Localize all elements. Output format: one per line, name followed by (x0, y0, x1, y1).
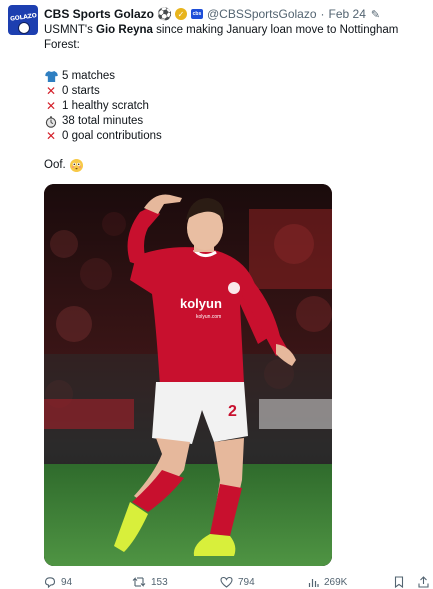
affiliate-badge-icon[interactable]: cbs (190, 9, 203, 19)
player-photo-illustration: kolyun kolyun.com 2 (44, 184, 332, 566)
stats-list: 5 matches ✕ 0 starts ✕ 1 healthy scratch… (44, 69, 162, 144)
sponsor-text: kolyun (180, 296, 222, 311)
soccer-ball-emoji: ⚽ (157, 7, 172, 21)
edited-pencil-icon[interactable]: ✎ (371, 8, 380, 21)
cross-mark-icon: ✕ (45, 99, 57, 113)
stat-text: 0 starts (62, 85, 100, 97)
tweet-actions: 94 153 794 269K (44, 575, 429, 589)
like-count: 794 (238, 576, 255, 588)
shorts-number: 2 (228, 403, 237, 420)
player-name: Gio Reyna (96, 24, 153, 36)
like-button[interactable]: 794 (220, 575, 255, 589)
soccer-ball-icon (18, 22, 30, 34)
tweet-header: CBS Sports Golazo ⚽ ✓ cbs @CBSSportsGola… (44, 5, 380, 23)
separator-dot: · (320, 7, 325, 21)
views-count: 269K (324, 576, 348, 588)
sponsor-sub-text: kolyun.com (196, 314, 221, 320)
author-handle[interactable]: @CBSSportsGolazo (207, 7, 317, 21)
stat-text: 38 total minutes (62, 115, 144, 127)
retweet-icon (132, 577, 146, 587)
stat-minutes: 38 total minutes (44, 114, 162, 129)
share-icon (418, 576, 429, 588)
tweet-text: USMNT's Gio Reyna since making January l… (44, 23, 414, 53)
jersey-icon (44, 70, 58, 83)
flushed-face-icon (69, 159, 83, 172)
bookmark-button[interactable] (394, 575, 409, 589)
avatar[interactable]: GOLAZO (8, 5, 38, 35)
stat-text: 5 matches (62, 70, 116, 82)
heart-icon (220, 576, 233, 588)
views-icon (308, 578, 319, 587)
text-prefix: USMNT's (44, 24, 97, 36)
stat-scratch: ✕ 1 healthy scratch (44, 99, 162, 114)
stat-text: 0 goal contributions (62, 130, 162, 142)
stat-text: 1 healthy scratch (62, 100, 149, 112)
cross-mark-icon: ✕ (45, 84, 57, 98)
stat-matches: 5 matches (44, 69, 162, 84)
tweet-photo[interactable]: kolyun kolyun.com 2 (44, 184, 332, 566)
bookmark-icon (394, 576, 404, 588)
stat-starts: ✕ 0 starts (44, 84, 162, 99)
cross-mark-icon: ✕ (45, 129, 57, 143)
share-button[interactable] (418, 575, 433, 589)
tweet-date[interactable]: Feb 24 (329, 7, 366, 21)
reply-count: 94 (61, 576, 73, 588)
closing-text: Oof. (44, 159, 66, 171)
reply-icon (44, 577, 56, 588)
views-button[interactable]: 269K (308, 575, 347, 589)
stopwatch-icon (44, 115, 58, 128)
retweet-count: 153 (151, 576, 168, 588)
stat-goal-contributions: ✕ 0 goal contributions (44, 129, 162, 144)
tweet[interactable]: GOLAZO CBS Sports Golazo ⚽ ✓ cbs @CBSSpo… (0, 0, 433, 589)
retweet-button[interactable]: 153 (132, 575, 168, 589)
verified-badge-icon[interactable]: ✓ (174, 8, 187, 20)
reply-button[interactable]: 94 (44, 575, 72, 589)
author-name[interactable]: CBS Sports Golazo (44, 7, 154, 21)
closing-line: Oof. (44, 158, 83, 173)
